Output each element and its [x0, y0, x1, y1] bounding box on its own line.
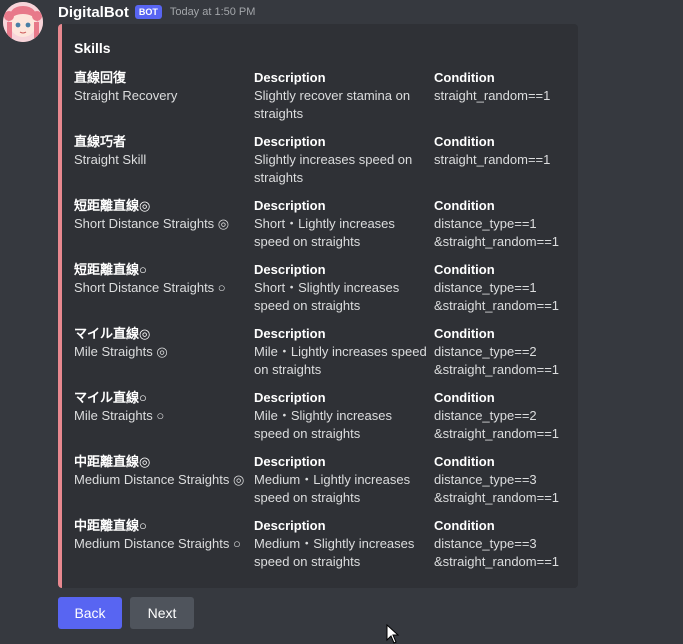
skill-name: 短距離直線◎	[74, 198, 151, 213]
condition-label: Condition	[434, 134, 495, 149]
skill-description: Mile・Lightly increases speed on straight…	[254, 344, 427, 377]
skill-condition-field: Condition straight_random==1	[434, 133, 574, 169]
description-label: Description	[254, 262, 326, 277]
description-label: Description	[254, 518, 326, 533]
skill-name-field: マイル直線◎ Mile Straights ◎	[74, 325, 250, 361]
description-label: Description	[254, 198, 326, 213]
skill-name-field: 短距離直線◎ Short Distance Straights ◎	[74, 197, 250, 233]
condition-label: Condition	[434, 390, 495, 405]
description-label: Description	[254, 326, 326, 341]
skill-condition-field: Condition distance_type==1 &straight_rand…	[434, 197, 574, 251]
username[interactable]: DigitalBot	[58, 4, 129, 21]
message-header: DigitalBot BOT Today at 1:50 PM	[58, 2, 255, 22]
condition-label: Condition	[434, 454, 495, 469]
condition-label: Condition	[434, 518, 495, 533]
skill-description-field: Description Mile・Slightly increases speed…	[254, 389, 428, 443]
skill-english-name: Mile Straights ○	[74, 408, 165, 423]
skill-english-name: Short Distance Straights ○	[74, 280, 226, 295]
skill-description: Slightly recover stamina on straights	[254, 88, 411, 121]
skill-name: マイル直線◎	[74, 326, 151, 341]
skill-name: 中距離直線○	[74, 518, 147, 533]
avatar-image	[3, 2, 43, 42]
skill-row: 直線回復 Straight Recovery Description Slightly…	[74, 69, 574, 133]
skill-english-name: Medium Distance Straights ○	[74, 536, 241, 551]
skill-row: 中距離直線◎ Medium Distance Straights ◎ Descrip…	[74, 453, 574, 517]
skill-description: Mile・Slightly increases speed on straigh…	[254, 408, 392, 441]
skill-row: 中距離直線○ Medium Distance Straights ○ Descrip…	[74, 517, 574, 581]
skill-condition: distance_type==3 &straight_random==1	[434, 536, 560, 569]
skill-condition: distance_type==2 &straight_random==1	[434, 408, 560, 441]
condition-label: Condition	[434, 262, 495, 277]
condition-label: Condition	[434, 70, 495, 85]
skill-description-field: Description Medium・Slightly increases spe…	[254, 517, 428, 571]
skill-condition: distance_type==1 &straight_random==1	[434, 280, 560, 313]
skill-condition-field: Condition distance_type==3 &straight_rand…	[434, 453, 574, 507]
skill-condition: distance_type==2 &straight_random==1	[434, 344, 560, 377]
skill-description-field: Description Short・Slightly increases spee…	[254, 261, 428, 315]
skill-name-field: 中距離直線○ Medium Distance Straights ○	[74, 517, 250, 553]
skill-condition-field: Condition straight_random==1	[434, 69, 574, 105]
skill-english-name: Straight Skill	[74, 152, 147, 167]
skill-row: 短距離直線○ Short Distance Straights ○ Descript…	[74, 261, 574, 325]
skill-description-field: Description Short・Lightly increases speed…	[254, 197, 428, 251]
skill-description: Medium・Lightly increases speed on straig…	[254, 472, 411, 505]
bot-badge: BOT	[134, 5, 162, 19]
skill-condition: straight_random==1	[434, 152, 551, 167]
skill-name: 短距離直線○	[74, 262, 147, 277]
skill-name-field: マイル直線○ Mile Straights ○	[74, 389, 250, 425]
skill-row: 直線巧者 Straight Skill Description Slightly in…	[74, 133, 574, 197]
skill-name-field: 直線巧者 Straight Skill	[74, 133, 250, 169]
skill-condition: distance_type==3 &straight_random==1	[434, 472, 560, 505]
skill-row: マイル直線○ Mile Straights ○ Description Mile・Sl…	[74, 389, 574, 453]
condition-label: Condition	[434, 326, 495, 341]
mouse-cursor-icon	[386, 624, 400, 644]
skill-condition-field: Condition distance_type==1 &straight_rand…	[434, 261, 574, 315]
description-label: Description	[254, 454, 326, 469]
skill-name-field: 中距離直線◎ Medium Distance Straights ◎	[74, 453, 250, 489]
skill-english-name: Mile Straights ◎	[74, 344, 168, 359]
description-label: Description	[254, 390, 326, 405]
skill-description: Slightly increases speed on straights	[254, 152, 413, 185]
skill-english-name: Straight Recovery	[74, 88, 178, 103]
skill-name: 直線巧者	[74, 134, 127, 149]
skill-description-field: Description Mile・Lightly increases speed …	[254, 325, 428, 379]
skill-condition: distance_type==1 &straight_random==1	[434, 216, 560, 249]
skill-description-field: Description Medium・Lightly increases spee…	[254, 453, 428, 507]
skill-description-field: Description Slightly recover stamina on s…	[254, 69, 428, 123]
skill-name: 中距離直線◎	[74, 454, 151, 469]
skill-name-field: 直線回復 Straight Recovery	[74, 69, 250, 105]
skill-row: 短距離直線◎ Short Distance Straights ◎ Descript…	[74, 197, 574, 261]
avatar[interactable]	[3, 2, 43, 42]
skill-condition: straight_random==1	[434, 88, 551, 103]
skill-condition-field: Condition distance_type==2 &straight_rand…	[434, 325, 574, 379]
message-timestamp[interactable]: Today at 1:50 PM	[170, 6, 256, 18]
back-button[interactable]: Back	[58, 597, 122, 629]
condition-label: Condition	[434, 198, 495, 213]
description-label: Description	[254, 134, 326, 149]
skill-row: マイル直線◎ Mile Straights ◎ Description Mile・Li…	[74, 325, 574, 389]
skill-description: Medium・Slightly increases speed on strai…	[254, 536, 415, 569]
skill-name: 直線回復	[74, 70, 127, 85]
skills-embed: Skills 直線回復 Straight Recovery Description S…	[58, 24, 578, 588]
skill-description: Short・Slightly increases speed on straig…	[254, 280, 400, 313]
skill-name-field: 短距離直線○ Short Distance Straights ○	[74, 261, 250, 297]
skill-english-name: Short Distance Straights ◎	[74, 216, 230, 231]
skill-description: Short・Lightly increases speed on straigh…	[254, 216, 395, 249]
description-label: Description	[254, 70, 326, 85]
skill-condition-field: Condition distance_type==3 &straight_rand…	[434, 517, 574, 571]
embed-title: Skills	[74, 40, 111, 56]
skill-english-name: Medium Distance Straights ◎	[74, 472, 245, 487]
next-button[interactable]: Next	[130, 597, 194, 629]
skill-condition-field: Condition distance_type==2 &straight_rand…	[434, 389, 574, 443]
skill-name: マイル直線○	[74, 390, 147, 405]
skill-description-field: Description Slightly increases speed on s…	[254, 133, 428, 187]
